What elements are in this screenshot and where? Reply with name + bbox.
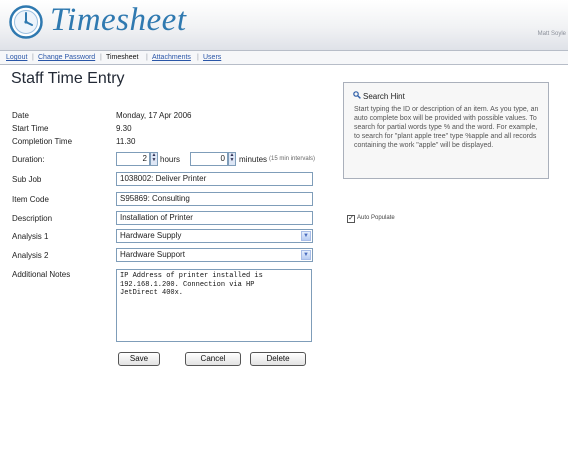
nav-timesheet[interactable]: Timesheet (106, 52, 138, 63)
nav-separator: | (100, 54, 102, 61)
minutes-stepper[interactable]: ▲ ▼ (228, 152, 236, 166)
nav-logout[interactable]: Logout (6, 52, 27, 63)
spin-down-icon[interactable]: ▼ (229, 158, 235, 163)
start-time-value: 9.30 (116, 124, 132, 133)
description-input[interactable]: Installation of Printer (116, 211, 313, 225)
item-code-input[interactable]: S95869: Consulting (116, 192, 313, 206)
nav-change-password[interactable]: Change Password (38, 52, 95, 63)
nav-separator: | (146, 54, 148, 61)
duration-label: Duration: (12, 155, 45, 164)
hours-label: hours (160, 155, 181, 164)
analysis-1-value: Hardware Supply (120, 231, 182, 240)
description-label: Description (12, 214, 53, 223)
analysis-1-label: Analysis 1 (12, 232, 49, 241)
search-hint-text: Start typing the ID or description of an… (354, 106, 539, 149)
search-icon (353, 91, 361, 99)
delete-button[interactable]: Delete (250, 352, 306, 366)
analysis-2-value: Hardware Support (120, 250, 185, 259)
nav-separator: | (32, 54, 34, 61)
completion-time-label: Completion Time (12, 137, 73, 146)
cancel-button[interactable]: Cancel (185, 352, 241, 366)
app-logo: Timesheet (50, 2, 187, 38)
additional-notes-label: Additional Notes (12, 270, 71, 279)
date-label: Date (12, 111, 29, 120)
spin-down-icon[interactable]: ▼ (151, 158, 157, 163)
analysis-2-select[interactable]: Hardware Support ▼ (116, 248, 313, 262)
minutes-label: minutes (239, 155, 268, 164)
item-code-label: Item Code (12, 195, 49, 204)
analysis-2-label: Analysis 2 (12, 251, 49, 260)
user-name: Matt Soyle (537, 31, 566, 37)
auto-populate-checkbox[interactable]: ✓ (347, 215, 355, 223)
save-button[interactable]: Save (118, 352, 160, 366)
hours-input[interactable]: 2 (116, 152, 150, 166)
nav-attachments[interactable]: Attachments (152, 52, 191, 63)
completion-time-value: 11.30 (116, 137, 136, 146)
date-value: Monday, 17 Apr 2006 (116, 111, 192, 120)
additional-notes-textarea[interactable]: IP Address of printer installed is 192.1… (116, 269, 312, 342)
nav-users[interactable]: Users (203, 52, 221, 63)
nav-separator: | (197, 54, 199, 61)
search-hint-title: Search Hint (363, 92, 405, 101)
chevron-down-icon[interactable]: ▼ (301, 231, 311, 241)
interval-note: (15 min intervals) (269, 156, 316, 162)
app-header: Timesheet Matt Soyle (0, 0, 568, 50)
clock-icon (9, 5, 43, 39)
search-hint-panel: Search Hint Start typing the ID or descr… (343, 82, 549, 179)
sub-job-input[interactable]: 1038002: Deliver Printer (116, 172, 313, 186)
start-time-label: Start Time (12, 124, 49, 133)
sub-job-label: Sub Job (12, 175, 42, 184)
chevron-down-icon[interactable]: ▼ (301, 250, 311, 260)
minutes-input[interactable]: 0 (190, 152, 228, 166)
page-title: Staff Time Entry (11, 70, 125, 87)
hours-stepper[interactable]: ▲ ▼ (150, 152, 158, 166)
auto-populate-label: Auto Populate (357, 215, 395, 221)
analysis-1-select[interactable]: Hardware Supply ▼ (116, 229, 313, 243)
nav-bar: Logout | Change Password | Timesheet | A… (0, 50, 568, 65)
